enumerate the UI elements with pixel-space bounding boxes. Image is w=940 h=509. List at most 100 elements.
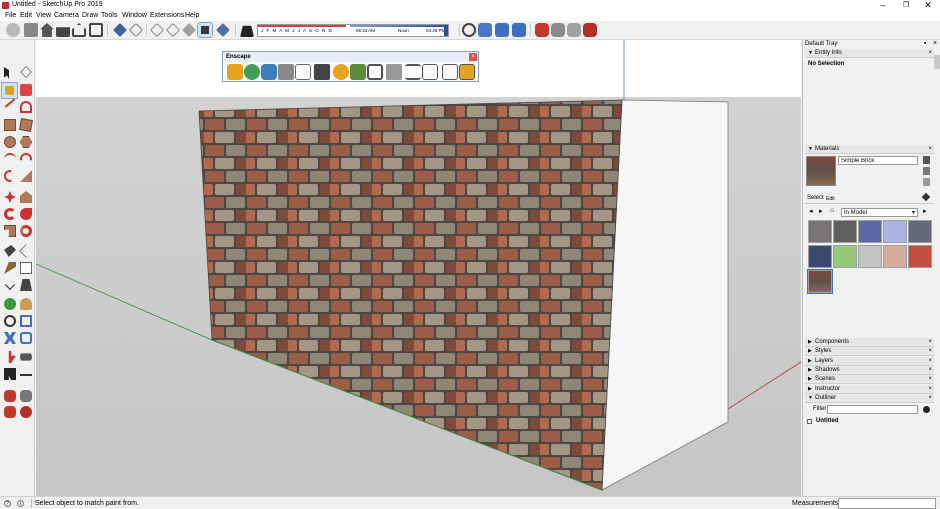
axes-tool-icon[interactable] [4,279,16,291]
outliner-filter-input[interactable] [827,405,918,414]
walk-icon[interactable] [478,23,492,37]
orbit-tool-icon[interactable] [4,298,16,310]
panel-header-styles[interactable]: ▶ Styles × [805,347,934,357]
tab-select[interactable]: Select [807,195,824,201]
details-icon[interactable]: ▸ [923,207,927,215]
front-view-icon[interactable] [89,23,103,37]
panel-close-icon[interactable]: × [928,375,932,384]
push-pull-tool-icon[interactable] [20,191,32,203]
panel-header-components[interactable]: ▶ Components × [805,338,934,347]
enscape-visual-settings-icon[interactable] [405,64,421,80]
material-swatch[interactable] [833,220,857,243]
panel-close-icon[interactable]: × [928,385,932,394]
panel-header-outliner[interactable]: ▼ Outliner × [805,393,934,403]
scene-canvas[interactable] [36,40,801,496]
material-preview[interactable] [806,156,836,186]
zoom-tool-icon[interactable] [4,315,16,327]
enscape-sync-views-icon[interactable] [261,64,277,80]
material-swatch[interactable] [807,269,833,294]
rotate-tool-icon[interactable] [4,208,16,220]
protractor-tool-icon[interactable] [4,262,16,274]
material-swatch[interactable] [833,245,857,268]
enscape-asset-library-icon[interactable] [333,64,349,80]
eraser-icon[interactable] [20,84,32,96]
library-select[interactable]: In Model ▾ [841,208,918,217]
time-slider[interactable] [350,25,448,27]
measurements-input[interactable] [838,498,936,509]
follow-me-tool-icon[interactable] [20,208,32,220]
enscape-capture-icon[interactable] [278,64,294,80]
position-camera-icon[interactable] [512,23,526,37]
outliner-options-icon[interactable] [923,406,930,413]
material-swatch[interactable] [908,245,932,268]
panel-header-instructor[interactable]: ▶ Instructor × [805,384,934,394]
panel-close-icon[interactable]: × [928,338,932,347]
tray-scrollbar[interactable] [934,55,940,69]
entity-info-close-icon[interactable]: × [928,49,932,58]
enscape-settings-icon[interactable] [367,64,383,80]
extension-manager-icon[interactable] [20,390,32,402]
material-swatch[interactable] [858,220,882,243]
rotated-rectangle-icon[interactable] [19,118,33,132]
time-slider-handle[interactable] [444,25,448,36]
two-point-arc-icon[interactable] [20,153,32,161]
section-plane-icon[interactable] [216,23,230,37]
panel-header-layers[interactable]: ▶ Layers × [805,356,934,366]
3d-text-icon[interactable] [20,279,32,291]
materials-close-icon[interactable]: × [928,145,932,154]
help-icon[interactable]: ? [4,500,11,507]
forward-icon[interactable]: ▸ [819,207,823,215]
iso-view-icon[interactable] [56,27,70,37]
paint-bucket-tool-icon[interactable] [1,82,18,99]
close-button[interactable]: ✕ [917,0,939,11]
material-name-field[interactable] [838,156,918,165]
tape-measure-icon[interactable] [4,245,16,257]
polygon-tool-icon[interactable] [20,136,32,148]
zoom-window-icon[interactable] [20,315,32,327]
detail-arrow-icon[interactable] [923,178,930,186]
extension-warehouse-icon[interactable] [551,23,565,37]
shaded-icon[interactable] [166,23,180,37]
text-tool-icon[interactable] [20,262,32,274]
panel-close-icon[interactable]: × [928,394,932,403]
enscape-info-icon[interactable] [459,64,475,80]
warehouse-tool-icon[interactable] [4,390,16,402]
enscape-audio-icon[interactable] [386,64,402,80]
material-swatch[interactable] [883,245,907,268]
look-around-tool-icon[interactable] [20,353,32,361]
share-model-icon[interactable] [567,23,581,37]
enscape-more-icon[interactable] [422,64,438,80]
menu-help[interactable]: Help [185,12,199,19]
previous-view-icon[interactable] [20,332,32,344]
select-icon[interactable] [6,23,20,37]
warehouse-icon[interactable] [535,23,549,37]
hidden-line-icon[interactable] [150,23,164,37]
home-view-icon[interactable] [40,23,54,37]
menu-edit[interactable]: Edit [20,12,32,19]
wireframe-style-icon[interactable] [129,23,143,37]
maximize-button[interactable]: ❐ [895,0,917,11]
move-tool-icon[interactable] [4,191,16,203]
circle-tool-icon[interactable] [4,136,16,148]
component-icon[interactable] [24,23,38,37]
zoom-extents-icon[interactable] [4,332,16,344]
home-library-icon[interactable]: ⌂ [830,207,834,214]
select-tool-icon[interactable] [4,67,16,79]
enscape-close-button[interactable]: × [469,53,477,61]
dimension-tool-icon[interactable] [19,244,33,258]
enscape-screenshot-icon[interactable] [295,64,311,80]
menu-file[interactable]: File [5,12,16,19]
model-viewport[interactable] [36,40,801,496]
pie-tool-icon[interactable] [20,170,32,182]
minimize-button[interactable]: – [872,0,894,11]
layout-icon[interactable] [4,406,16,418]
menu-extensions[interactable]: Extensions [150,12,184,19]
enscape-sync-icon[interactable] [244,64,260,80]
panel-close-icon[interactable]: × [928,347,932,356]
offset-tool-icon[interactable] [20,225,32,237]
material-swatch[interactable] [808,245,832,268]
create-material-icon[interactable] [923,156,930,164]
freehand-tool-icon[interactable] [20,101,32,113]
back-icon[interactable]: ◂ [809,207,813,215]
menu-draw[interactable]: Draw [82,12,98,19]
